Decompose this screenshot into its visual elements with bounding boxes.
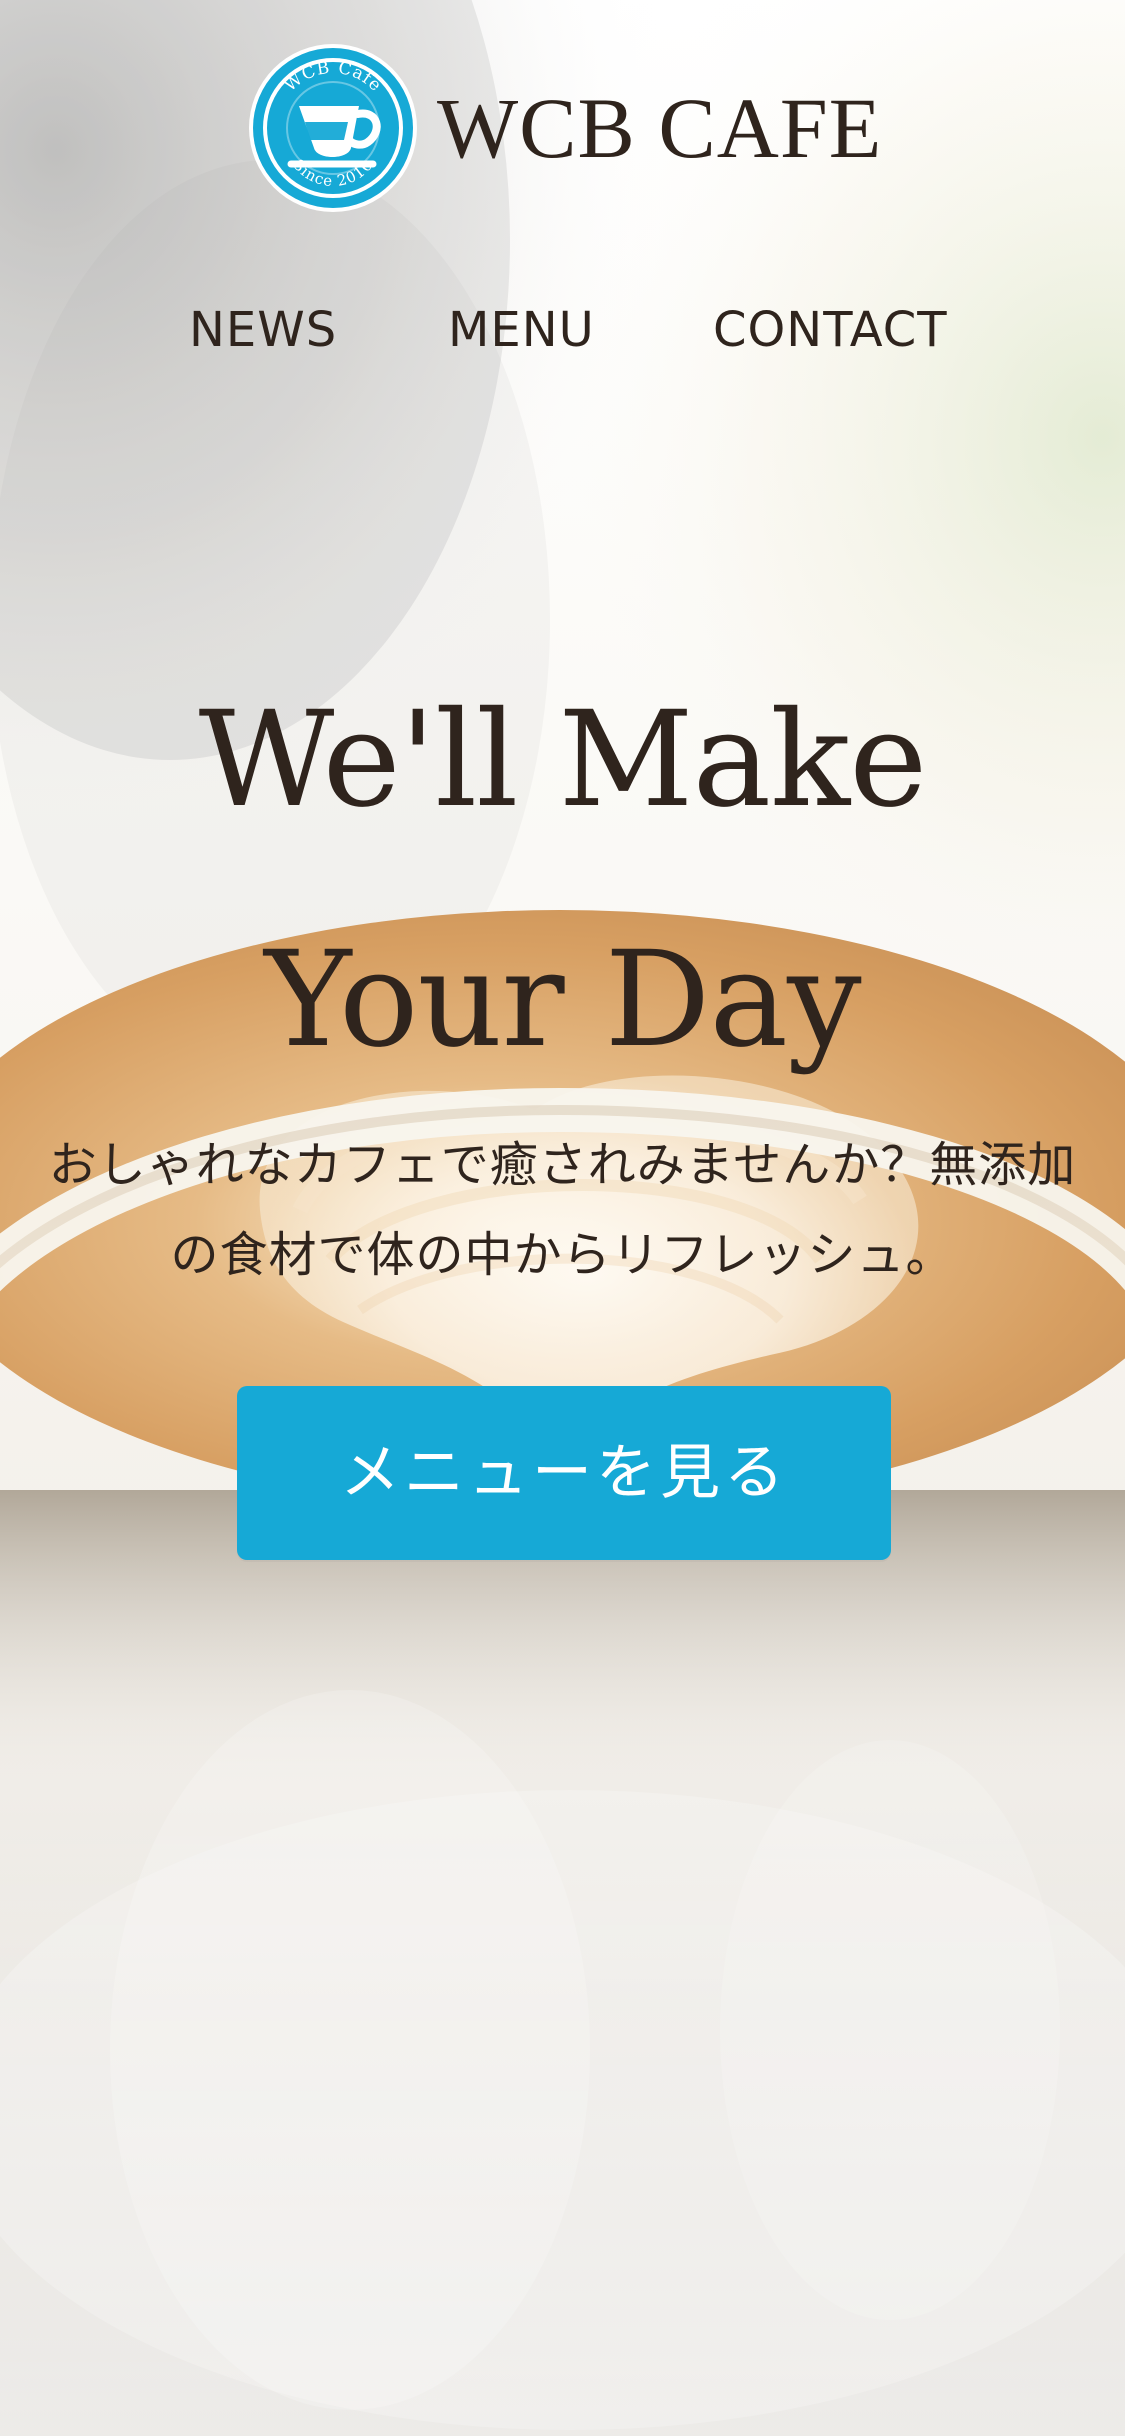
- site-header: WCB Cafe Since 2010 WCB CAFE NEWS MENU C…: [0, 0, 1125, 430]
- hero-description: おしゃれなカフェで癒されみませんか？無添加の食材で体の中からリフレッシュ。: [48, 1137, 1077, 1283]
- cafe-logo-icon: WCB Cafe Since 2010: [247, 42, 419, 214]
- app-root: WCB Cafe Since 2010 WCB CAFE NEWS MENU C…: [0, 0, 1125, 2436]
- cafe-logo-graphic: WCB Cafe Since 2010: [249, 44, 417, 212]
- nav-news-link[interactable]: NEWS: [189, 300, 337, 360]
- brand[interactable]: WCB Cafe Since 2010 WCB CAFE: [247, 38, 887, 218]
- view-menu-button[interactable]: メニューを見る: [237, 1386, 891, 1560]
- nav-menu-link[interactable]: MENU: [448, 300, 595, 360]
- brand-name: WCB CAFE: [437, 80, 883, 176]
- nav-contact-link[interactable]: CONTACT: [713, 300, 948, 360]
- main-navigation: NEWS MENU CONTACT: [0, 300, 1125, 360]
- hero-section: We'll Make Your Day おしゃれなカフェで癒されみませんか？無添…: [0, 620, 1125, 1580]
- hero-title: We'll Make Your Day: [198, 683, 928, 1077]
